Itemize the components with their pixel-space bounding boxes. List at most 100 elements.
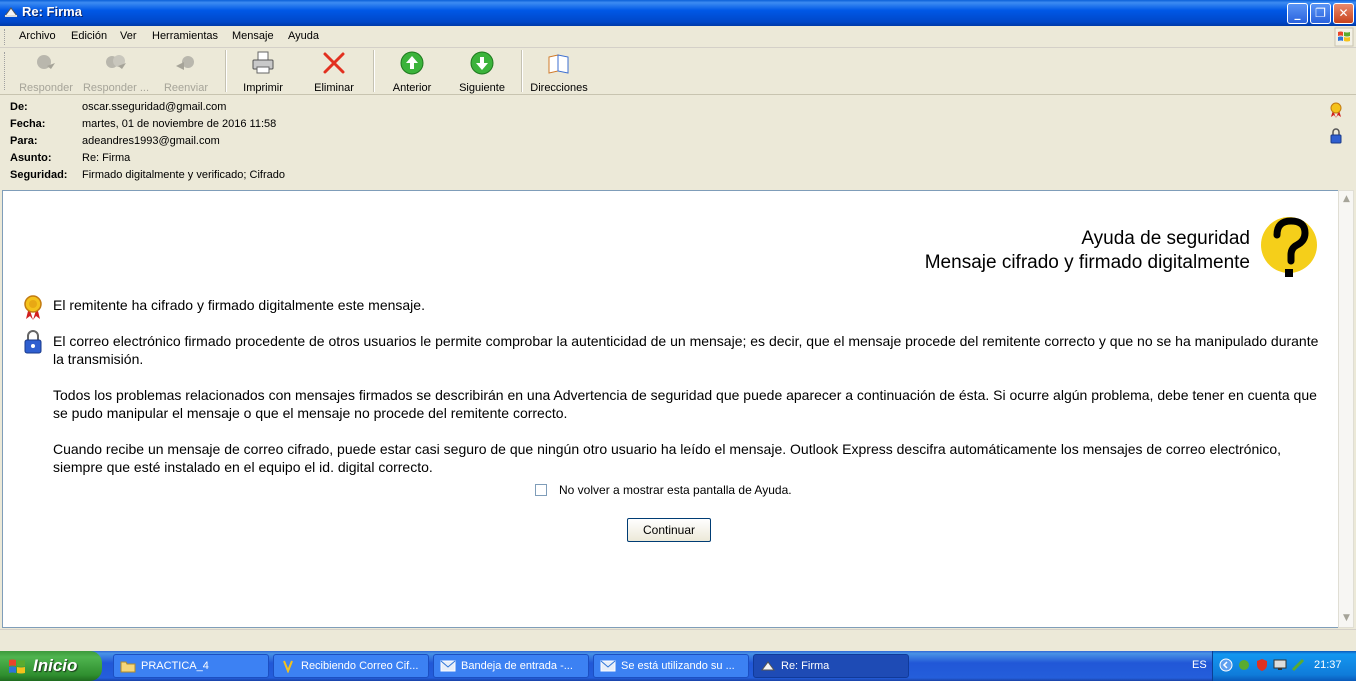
help-title: Ayuda de seguridad Mensaje cifrado y fir… [925,227,1250,275]
outlook-icon [600,660,616,672]
print-label: Imprimir [243,82,283,94]
task-label: Se está utilizando su ... [621,660,735,672]
menu-ayuda[interactable]: Ayuda [288,30,319,42]
reply-all-icon [106,55,126,69]
menu-edicion[interactable]: Edición [71,30,107,42]
display-icon[interactable] [1273,658,1287,672]
menu-ver[interactable]: Ver [120,30,137,42]
arrow-down-icon [470,51,494,75]
minimize-button[interactable]: _ [1287,3,1308,24]
to-value: adeandres1993@gmail.com [82,135,220,147]
next-button[interactable]: Siguiente [456,50,508,94]
previous-label: Anterior [392,82,432,94]
language-indicator[interactable]: ES [1192,659,1207,671]
dont-show-again-label[interactable]: No volver a mostrar esta pantalla de Ayu… [559,483,792,497]
message-header: De: oscar.sseguridad@gmail.com Fecha: ma… [0,96,1356,189]
to-label: Para: [10,135,38,147]
delete-label: Eliminar [314,82,354,94]
task-practica4[interactable]: PRACTICA_4 [113,654,269,678]
window-title: Re: Firma [22,4,82,19]
help-question-icon [1261,217,1317,277]
addresses-label: Direcciones [530,82,588,94]
address-book-icon [548,54,569,74]
outlook-icon [440,660,456,672]
subject-value: Re: Firma [82,152,131,164]
toolbar-grip [4,52,7,90]
continue-button[interactable]: Continuar [627,518,711,542]
delete-button[interactable]: Eliminar [312,50,356,94]
vertical-scrollbar[interactable]: ▲ ▼ [1338,190,1354,628]
previous-button[interactable]: Anterior [389,50,435,94]
toolbar-separator [373,50,375,92]
security-shield-icon[interactable] [1255,658,1269,672]
start-button[interactable]: Inicio [0,651,102,681]
next-label: Siguiente [459,82,505,94]
addresses-button[interactable]: Direcciones [530,50,588,94]
forward-icon [176,56,194,70]
mail-receive-icon [283,660,293,673]
help-title-line1: Ayuda de seguridad [1081,228,1250,249]
help-paragraph-1: El remitente ha cifrado y firmado digita… [53,297,425,313]
from-label: De: [10,101,28,113]
toolbar-separator [521,50,523,92]
task-inbox[interactable]: Bandeja de entrada -... [433,654,589,678]
tray-expand-icon[interactable] [1219,658,1233,672]
scroll-up-icon[interactable]: ▲ [1341,194,1352,205]
encrypted-lock-icon[interactable] [1329,128,1343,144]
maximize-button[interactable]: ❐ [1310,3,1331,24]
task-label: PRACTICA_4 [141,660,209,672]
subject-label: Asunto: [10,152,52,164]
toolbar: Responder Responder ... Reenviar Imprimi… [0,48,1356,95]
task-using-your[interactable]: Se está utilizando su ... [593,654,749,678]
encrypted-lock-icon [24,330,42,354]
menu-herramientas[interactable]: Herramientas [152,30,218,42]
printer-icon [252,51,274,74]
message-body: Ayuda de seguridad Mensaje cifrado y fir… [2,190,1338,628]
signed-ribbon-icon [24,295,42,320]
clock[interactable]: 21:37 [1314,659,1342,671]
menu-bar: Archivo Edición Ver Herramientas Mensaje… [0,26,1356,48]
reply-all-label: Responder ... [82,82,150,94]
task-label: Bandeja de entrada -... [461,660,573,672]
forward-button[interactable]: Reenviar [160,50,212,94]
delete-x-icon [323,52,345,74]
task-receiving-mail[interactable]: Recibiendo Correo Cif... [273,654,429,678]
status-bar [0,629,1356,651]
mail-app-icon [4,7,18,17]
help-paragraph-4: Cuando recibe un mensaje de correo cifra… [53,441,1282,475]
windows-logo-icon [1334,27,1354,47]
signed-ribbon-icon[interactable] [1329,102,1343,118]
close-button[interactable]: ✕ [1333,3,1354,24]
task-label: Re: Firma [781,660,830,672]
date-label: Fecha: [10,118,46,130]
dont-show-again-checkbox[interactable] [535,484,547,496]
scroll-down-icon[interactable]: ▼ [1341,613,1352,624]
forward-label: Reenviar [163,82,209,94]
title-bar: Re: Firma _ ❐ ✕ [0,0,1356,26]
reply-label: Responder [19,82,73,94]
date-value: martes, 01 de noviembre de 2016 11:58 [82,118,277,130]
mail-app-icon [761,661,775,671]
taskbar: Inicio PRACTICA_4 Recibiendo Correo Cif.… [0,651,1356,681]
print-button[interactable]: Imprimir [240,50,286,94]
help-title-line2: Mensaje cifrado y firmado digitalmente [924,252,1250,273]
reply-button[interactable]: Responder [16,50,76,94]
start-label: Inicio [33,656,78,675]
reply-icon [37,55,55,69]
reply-all-button[interactable]: Responder ... [80,50,152,94]
folder-icon [120,661,136,673]
task-re-firma[interactable]: Re: Firma [753,654,909,678]
arrow-up-icon [400,51,424,75]
menu-mensaje[interactable]: Mensaje [232,30,274,42]
safely-remove-icon[interactable] [1291,658,1305,672]
help-paragraph-3: Todos los problemas relacionados con men… [53,387,1317,421]
help-paragraph-2: El correo electrónico firmado procedente… [53,333,1319,367]
network-icon[interactable] [1237,658,1251,672]
menu-archivo[interactable]: Archivo [19,30,56,42]
task-label: Recibiendo Correo Cif... [301,660,419,672]
from-value: oscar.sseguridad@gmail.com [82,101,227,113]
security-label: Seguridad: [10,169,68,181]
menu-grip [4,29,7,45]
toolbar-separator [225,50,227,92]
security-value: Firmado digitalmente y verificado; Cifra… [82,169,285,181]
